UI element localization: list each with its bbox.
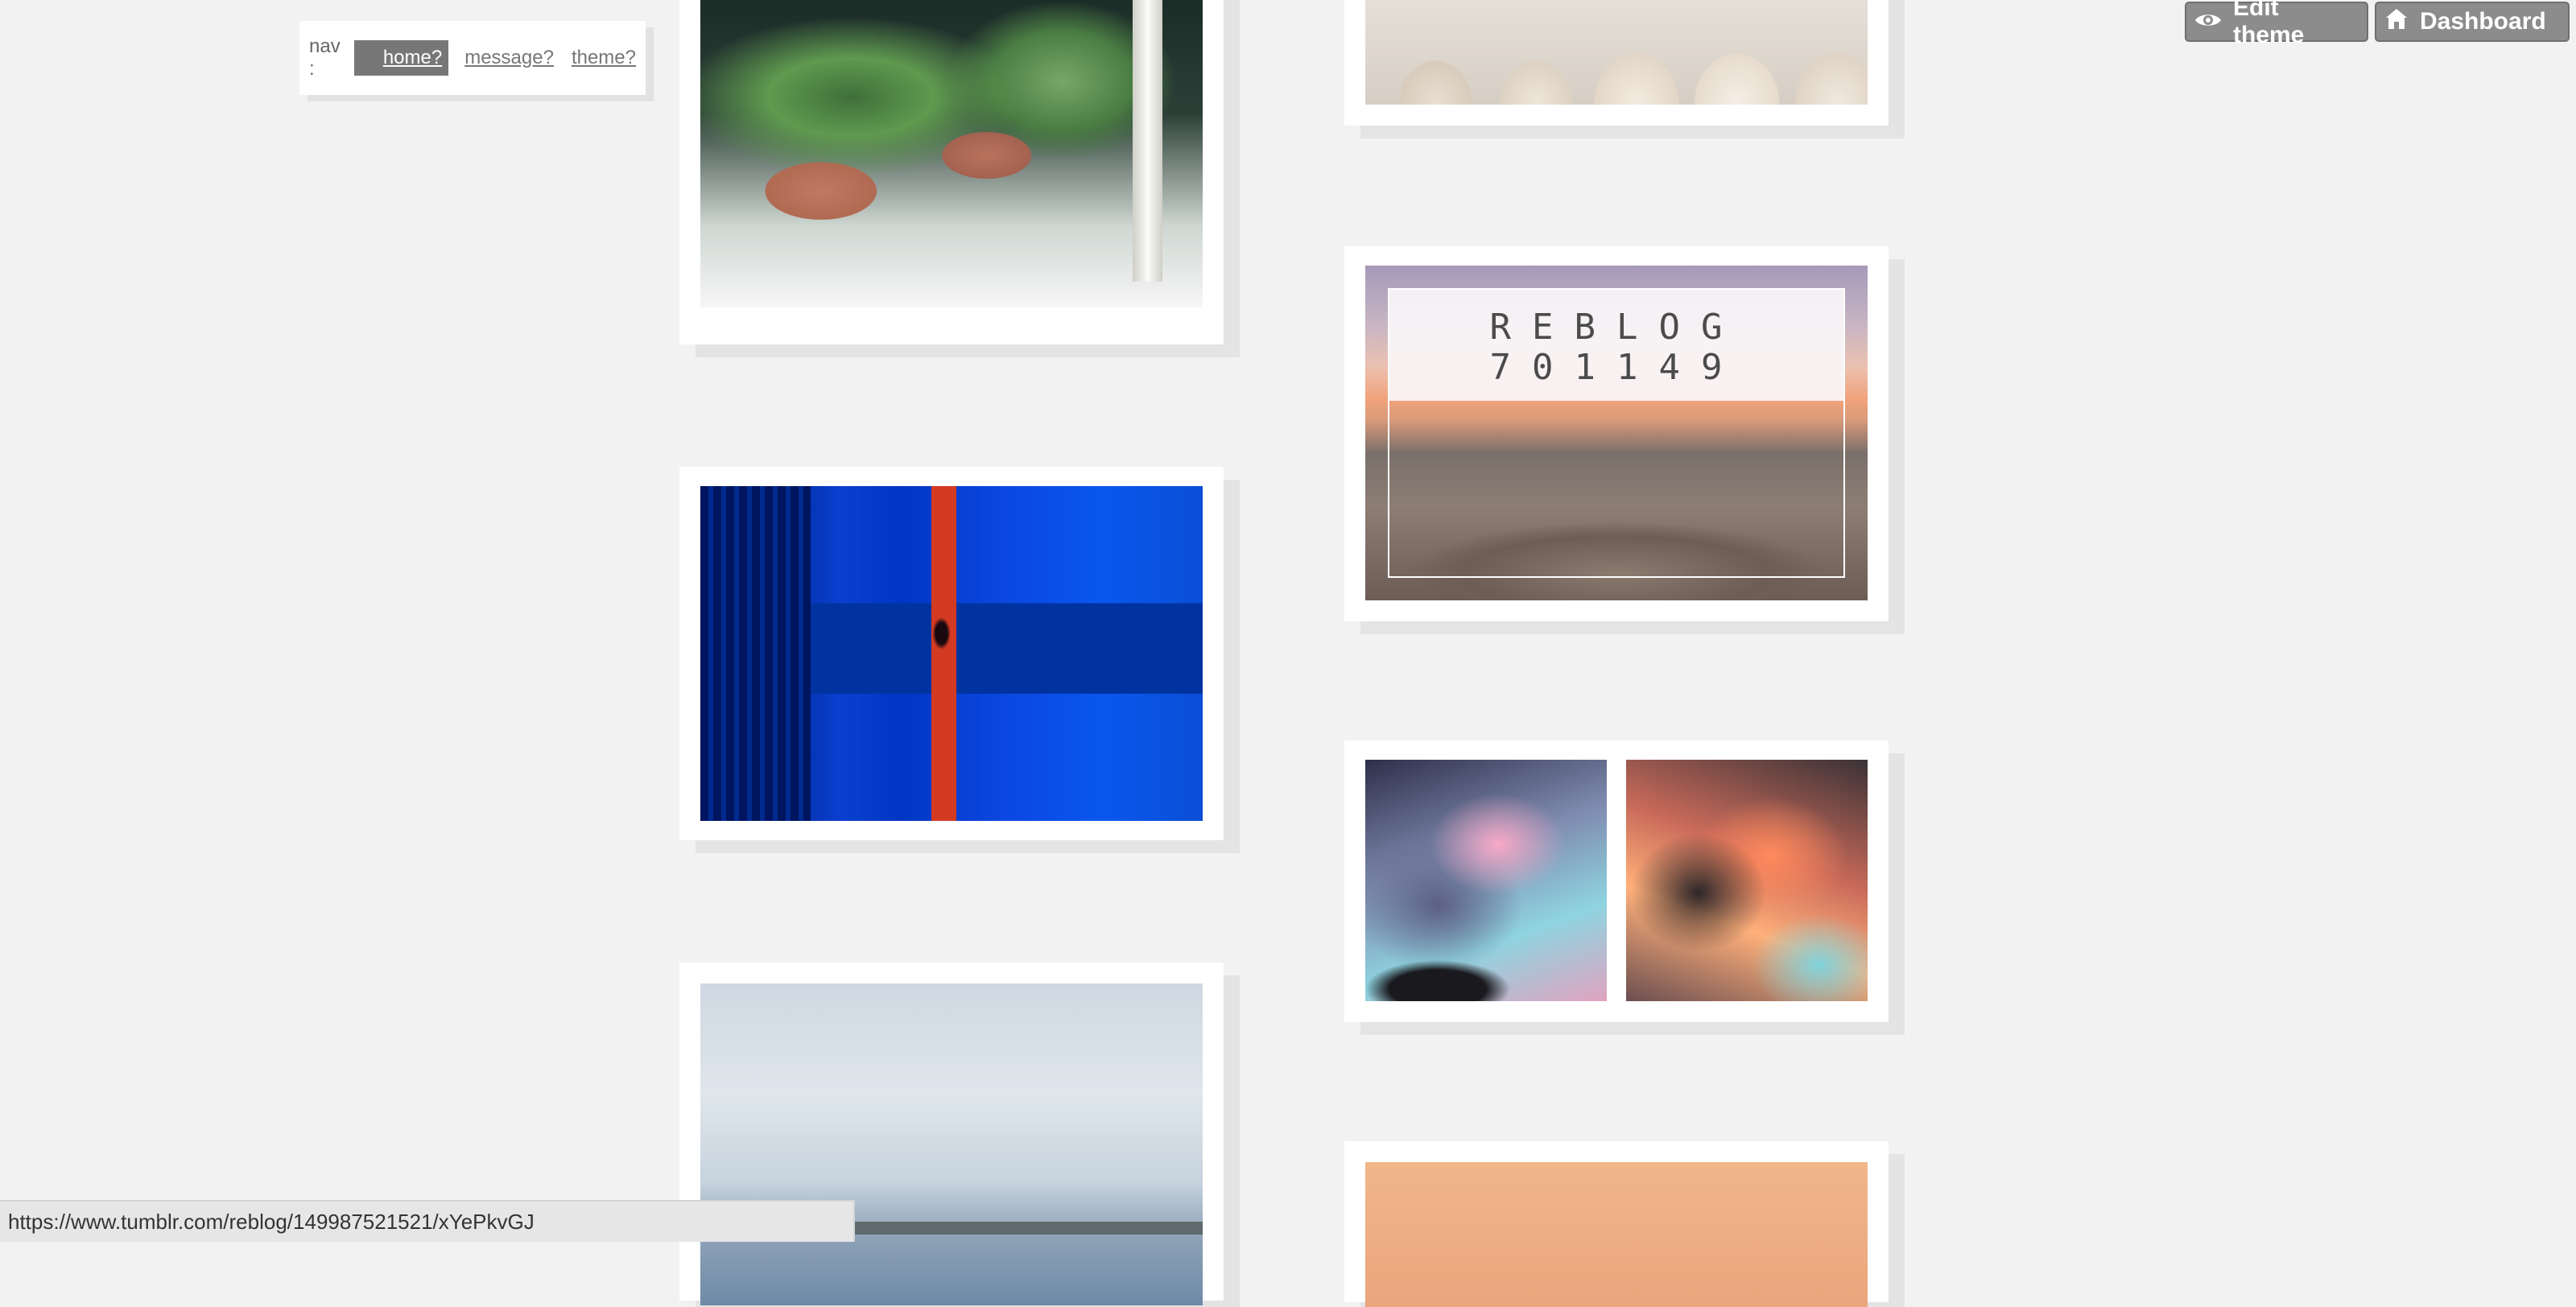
post-photo-courtyard-plants[interactable] xyxy=(700,0,1203,307)
post-card-reblog[interactable]: REBLOG 701149 xyxy=(1344,246,1889,621)
post-photo-mosque-domes[interactable] xyxy=(1365,0,1868,105)
post-photo-blue-corridor[interactable] xyxy=(700,486,1203,821)
status-bar-url: https://www.tumblr.com/reblog/1499875215… xyxy=(8,1209,535,1234)
reblog-overlay-line-2: 701149 xyxy=(1489,347,1744,388)
reblog-overlay-line-1: REBLOG xyxy=(1489,307,1744,348)
post-card-paper[interactable] xyxy=(1344,1141,1889,1307)
reblog-overlay-text: REBLOG 701149 xyxy=(1365,307,1868,388)
post-photo-sky-left[interactable] xyxy=(1365,760,1607,1001)
post-card-mosque[interactable] xyxy=(1344,0,1889,126)
nav-label: nav : xyxy=(309,35,341,80)
edit-theme-label: Edit theme xyxy=(2233,0,2305,48)
post-card-sea[interactable] xyxy=(679,963,1224,1305)
nav-link-message[interactable]: message? xyxy=(456,40,562,76)
post-photo-sea-view[interactable] xyxy=(700,983,1203,1305)
nav-link-home[interactable]: home? xyxy=(353,40,449,76)
nav-box: nav : home? message? theme? xyxy=(299,21,646,95)
post-photo-sky-right[interactable] xyxy=(1626,760,1868,1001)
photo-wall-ribs xyxy=(700,486,811,821)
edit-theme-button[interactable]: Edit theme xyxy=(2185,0,2368,48)
dashboard-button[interactable]: Dashboard xyxy=(2375,2,2570,42)
post-photo-sunset-city[interactable]: REBLOG 701149 xyxy=(1365,266,1868,600)
home-icon xyxy=(2384,6,2409,37)
post-photo-paper-texture[interactable] xyxy=(1365,1162,1868,1307)
photo-pillar xyxy=(1132,0,1163,282)
post-card-corridor[interactable] xyxy=(679,467,1224,840)
status-bar: https://www.tumblr.com/reblog/1499875215… xyxy=(0,1200,855,1242)
post-card-plants[interactable] xyxy=(679,0,1224,344)
dashboard-label: Dashboard xyxy=(2420,8,2546,35)
nav-link-theme[interactable]: theme? xyxy=(564,40,644,76)
eye-icon xyxy=(2194,8,2222,35)
post-card-sky[interactable] xyxy=(1344,740,1889,1022)
